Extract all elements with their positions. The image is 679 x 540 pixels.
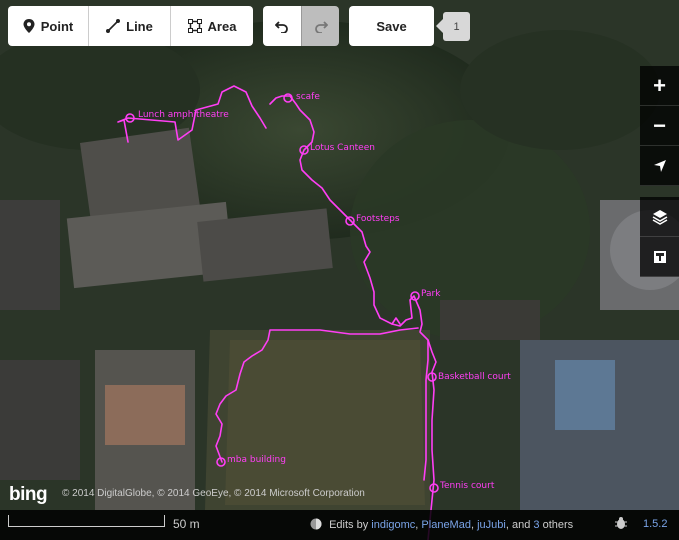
map-canvas[interactable]: Lunch amphitheatre scafe Lotus Canteen F… [0,0,679,540]
poi-label: Lunch amphitheatre [138,110,229,120]
map-controls: + − [640,66,679,186]
poi-label: Lotus Canteen [310,143,375,153]
geolocate-button[interactable] [640,146,679,186]
zoom-out-button[interactable]: − [640,106,679,146]
poi-label: Footsteps [356,214,400,224]
contributors: Edits by indigomc, PlaneMad, juJubi, and… [310,518,573,531]
and-text: and [511,519,531,531]
poi-label: mba building [227,455,286,465]
bug-icon[interactable] [614,516,628,530]
map-panels [640,197,679,277]
layers-icon [652,209,667,225]
bing-logo[interactable]: bing [9,484,48,506]
point-icon [23,19,35,33]
draw-mode-toolbar: Point Line Area [8,6,253,46]
save-count-badge: 1 [436,12,470,41]
undo-redo-group [263,6,339,46]
others-text: others [542,519,574,531]
contributor-link[interactable]: indigomc [371,519,415,531]
undo-button[interactable] [263,6,301,46]
background-layers-button[interactable] [640,197,679,237]
version-link[interactable]: 1.5.2 [643,518,667,530]
poi-label: Park [421,289,441,299]
zoom-in-button[interactable]: + [640,66,679,106]
contributor-link[interactable]: PlaneMad [421,519,471,531]
geolocate-icon [653,159,666,172]
contributor-link[interactable]: juJubi [477,519,506,531]
poi-label: scafe [296,92,320,102]
poi-label: Basketball court [438,372,511,382]
add-area-label: Area [207,18,237,34]
save-button[interactable]: Save [349,6,434,46]
add-line-button[interactable]: Line [89,6,171,46]
add-point-button[interactable]: Point [8,6,89,46]
others-count-link[interactable]: 3 [533,519,539,531]
line-icon [106,19,121,33]
imagery-copyright: © 2014 DigitalGlobe, © 2014 GeoEye, © 20… [62,488,365,499]
scale-label: 50 m [173,517,200,531]
add-line-label: Line [126,18,153,34]
globe-icon [310,518,322,530]
map-data-icon [653,250,666,263]
undo-icon [275,21,288,33]
add-point-label: Point [40,18,74,34]
map-data-button[interactable] [640,237,679,277]
scale-bar[interactable] [8,515,165,527]
area-icon [187,19,202,33]
edits-prefix: Edits by [329,519,369,531]
redo-button[interactable] [301,6,339,46]
add-area-button[interactable]: Area [171,6,253,46]
redo-icon [314,21,328,33]
poi-label: Tennis court [439,481,495,491]
